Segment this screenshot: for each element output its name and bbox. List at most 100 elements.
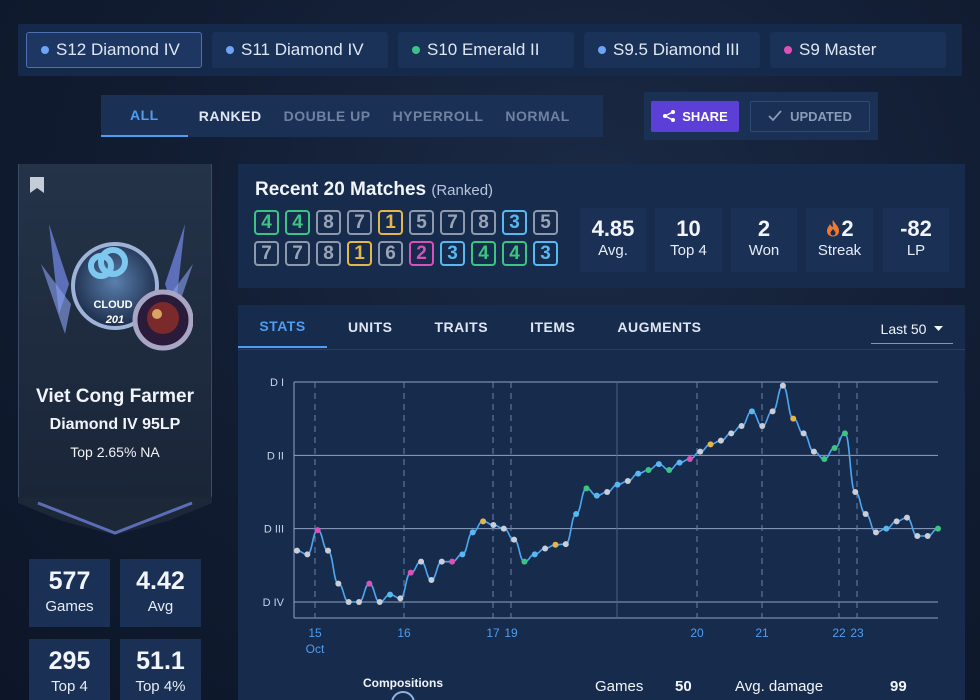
placement-badge[interactable]: 2: [409, 241, 434, 266]
recent-streak: 2 Streak: [806, 208, 873, 272]
placement-badge[interactable]: 4: [471, 241, 496, 266]
lp-data-point: [769, 408, 776, 415]
season-tab-4[interactable]: S9 Master: [770, 32, 946, 68]
placement-badge[interactable]: 8: [316, 210, 341, 235]
lp-data-point: [335, 580, 342, 587]
placement-badge[interactable]: 3: [502, 210, 527, 235]
recent-won-label: Won: [748, 242, 780, 259]
recent-lp-value: -82: [900, 216, 932, 241]
placement-badge[interactable]: 7: [254, 241, 279, 266]
season-tab-label: S9.5 Diamond III: [613, 40, 740, 59]
placement-badge[interactable]: 3: [440, 241, 465, 266]
placement-badge[interactable]: 4: [254, 210, 279, 235]
placement-badge[interactable]: 5: [409, 210, 434, 235]
lp-data-point: [366, 580, 373, 587]
placement-badge[interactable]: 8: [471, 210, 496, 235]
season-dot: [226, 46, 234, 54]
lp-data-point: [862, 511, 869, 517]
placement-badge[interactable]: 7: [285, 241, 310, 266]
stat-top4-percent: 51.1 Top 4%: [120, 639, 201, 700]
y-tick-label: D I: [270, 377, 284, 389]
season-dot: [598, 46, 606, 54]
emblem-text-2: 201: [105, 314, 124, 326]
tab-double-up[interactable]: DOUBLE UP: [273, 95, 382, 137]
season-bar: S12 Diamond IV S11 Diamond IV S10 Emerald …: [18, 24, 962, 76]
updated-button[interactable]: UPDATED: [750, 100, 870, 132]
tab-all[interactable]: ALL: [101, 95, 188, 137]
tab-normal[interactable]: NORMAL: [494, 95, 580, 137]
lp-data-point: [418, 558, 425, 565]
rank-emblem: CLOUD 201: [41, 224, 193, 351]
recent-top4: 10 Top 4: [655, 208, 722, 272]
tab-traits[interactable]: TRAITS: [414, 305, 510, 348]
tab-hyperroll[interactable]: HYPERROLL: [382, 95, 495, 137]
season-dot: [41, 46, 49, 54]
range-select[interactable]: Last 50: [871, 314, 953, 344]
lp-data-point: [428, 577, 435, 583]
lp-data-point: [542, 545, 549, 552]
footer-dmg-value: 99: [890, 678, 907, 695]
range-select-value: Last 50: [880, 320, 927, 337]
placement-badge[interactable]: 7: [347, 210, 372, 235]
lp-chart: D I D II D III D IV 15 16 17 19 20 21 22 23 Oct: [263, 377, 941, 656]
lp-data-point: [655, 461, 662, 468]
placement-badge[interactable]: 1: [378, 210, 403, 235]
compositions-toggle[interactable]: [391, 691, 415, 700]
lp-data-point: [686, 456, 693, 462]
lp-data-point: [903, 514, 910, 521]
season-tab-label: S12 Diamond IV: [56, 40, 180, 59]
placement-badge[interactable]: 4: [285, 210, 310, 235]
lp-data-point: [624, 478, 631, 484]
recent-lp-label: LP: [906, 242, 926, 259]
tab-ranked[interactable]: RANKED: [188, 95, 273, 137]
lp-data-point: [779, 382, 786, 389]
bookmark-icon[interactable]: [29, 176, 45, 194]
placement-badge[interactable]: 8: [316, 241, 341, 266]
lp-data-point: [645, 467, 652, 473]
lp-data-point: [469, 529, 476, 536]
x-tick-label: 17: [486, 626, 500, 640]
placement-badge[interactable]: 3: [533, 241, 558, 266]
caret-down-icon: [934, 326, 944, 331]
lp-data-point: [935, 525, 941, 532]
y-tick-label: D II: [267, 450, 284, 462]
placement-badge[interactable]: 4: [502, 241, 527, 266]
tab-items[interactable]: ITEMS: [509, 305, 596, 348]
recent-top4-label: Top 4: [670, 242, 707, 259]
season-tab-3[interactable]: S9.5 Diamond III: [584, 32, 760, 68]
placement-badge[interactable]: 1: [347, 241, 372, 266]
lp-data-point: [387, 591, 394, 598]
placement-badge[interactable]: 7: [440, 210, 465, 235]
season-tab-1[interactable]: S11 Diamond IV: [212, 32, 388, 68]
lp-data-point: [841, 430, 848, 437]
profile-card: CLOUD 201 Viet Cong Farmer Diamond IV 95…: [18, 164, 212, 497]
recent-title: Recent 20 Matches (Ranked): [255, 179, 493, 201]
lp-data-point: [914, 533, 921, 539]
share-label: SHARE: [682, 108, 728, 124]
fire-icon: [827, 220, 840, 237]
x-tick-label: 19: [504, 626, 518, 640]
tab-stats[interactable]: STATS: [238, 305, 327, 348]
player-rank: Diamond IV 95LP: [49, 416, 181, 433]
recent-lp: -82 LP: [883, 208, 949, 272]
lp-data-point: [325, 547, 332, 554]
footer-dmg-label: Avg. damage: [735, 678, 824, 695]
lp-data-point: [872, 529, 879, 536]
tab-units[interactable]: UNITS: [327, 305, 414, 348]
recent-won-value: 2: [757, 216, 771, 241]
lp-data-point: [748, 408, 755, 415]
placement-badge[interactable]: 5: [533, 210, 558, 235]
season-tab-label: S11 Diamond IV: [241, 40, 364, 59]
share-button[interactable]: SHARE: [651, 100, 739, 132]
recent-top4-value: 10: [676, 216, 701, 241]
season-tab-2[interactable]: S10 Emerald II: [398, 32, 574, 68]
season-tab-0[interactable]: S12 Diamond IV: [26, 32, 202, 68]
recent-avg: 4.85 Avg.: [580, 208, 646, 272]
lp-data-point: [852, 489, 859, 495]
lp-data-point: [790, 415, 797, 422]
lp-data-point: [893, 518, 900, 525]
season-dot: [412, 46, 420, 54]
placement-badge[interactable]: 6: [378, 241, 403, 266]
x-sub-label: Oct: [306, 642, 325, 656]
tab-augments[interactable]: AUGMENTS: [596, 305, 722, 348]
